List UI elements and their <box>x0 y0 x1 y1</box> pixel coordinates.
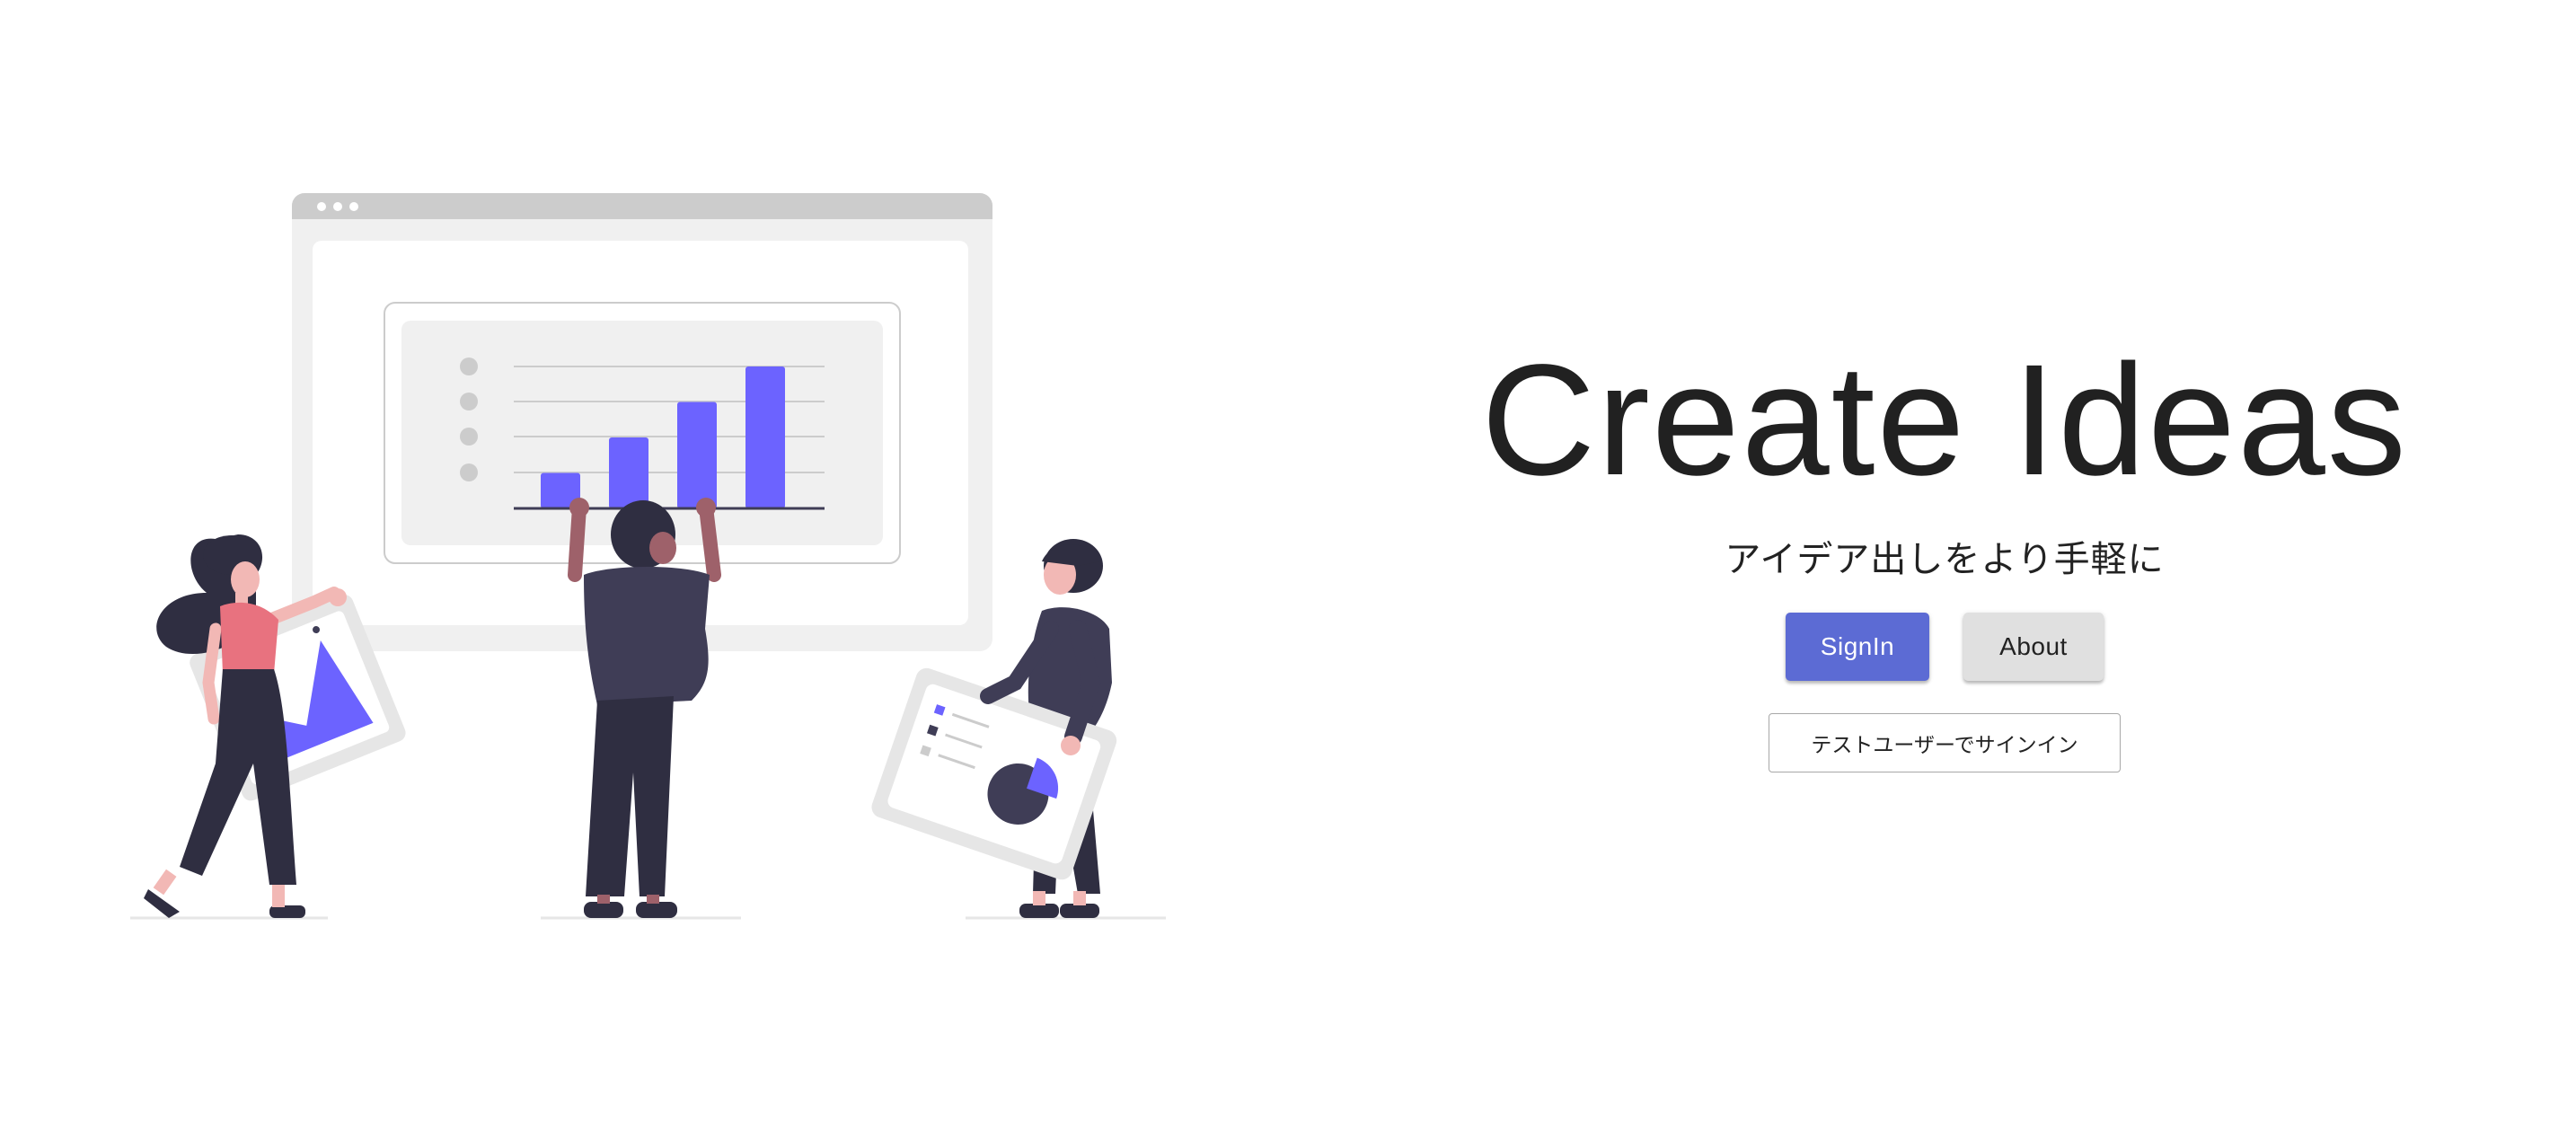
page-subtitle: アイデア出しをより手軽に <box>1725 539 2165 580</box>
landing-page: Create Ideas アイデア出しをより手軽に SignIn About テ… <box>0 0 2576 1121</box>
primary-actions: SignIn About <box>1786 613 2104 681</box>
signin-button[interactable]: SignIn <box>1786 613 1929 681</box>
window-dot-icon <box>317 202 326 211</box>
page-title: Create Ideas <box>1481 332 2408 508</box>
team-analytics-illustration <box>130 193 1166 920</box>
hero-section: Create Ideas アイデア出しをより手軽に SignIn About テ… <box>1481 341 2406 772</box>
test-user-signin-button[interactable]: テストユーザーでサインイン <box>1769 713 2121 772</box>
illustration-bar <box>677 402 717 508</box>
illustration-bar <box>609 437 648 508</box>
illustration-bar <box>745 366 785 508</box>
window-dot-icon <box>349 202 358 211</box>
window-dot-icon <box>333 202 342 211</box>
about-button[interactable]: About <box>1963 613 2104 681</box>
